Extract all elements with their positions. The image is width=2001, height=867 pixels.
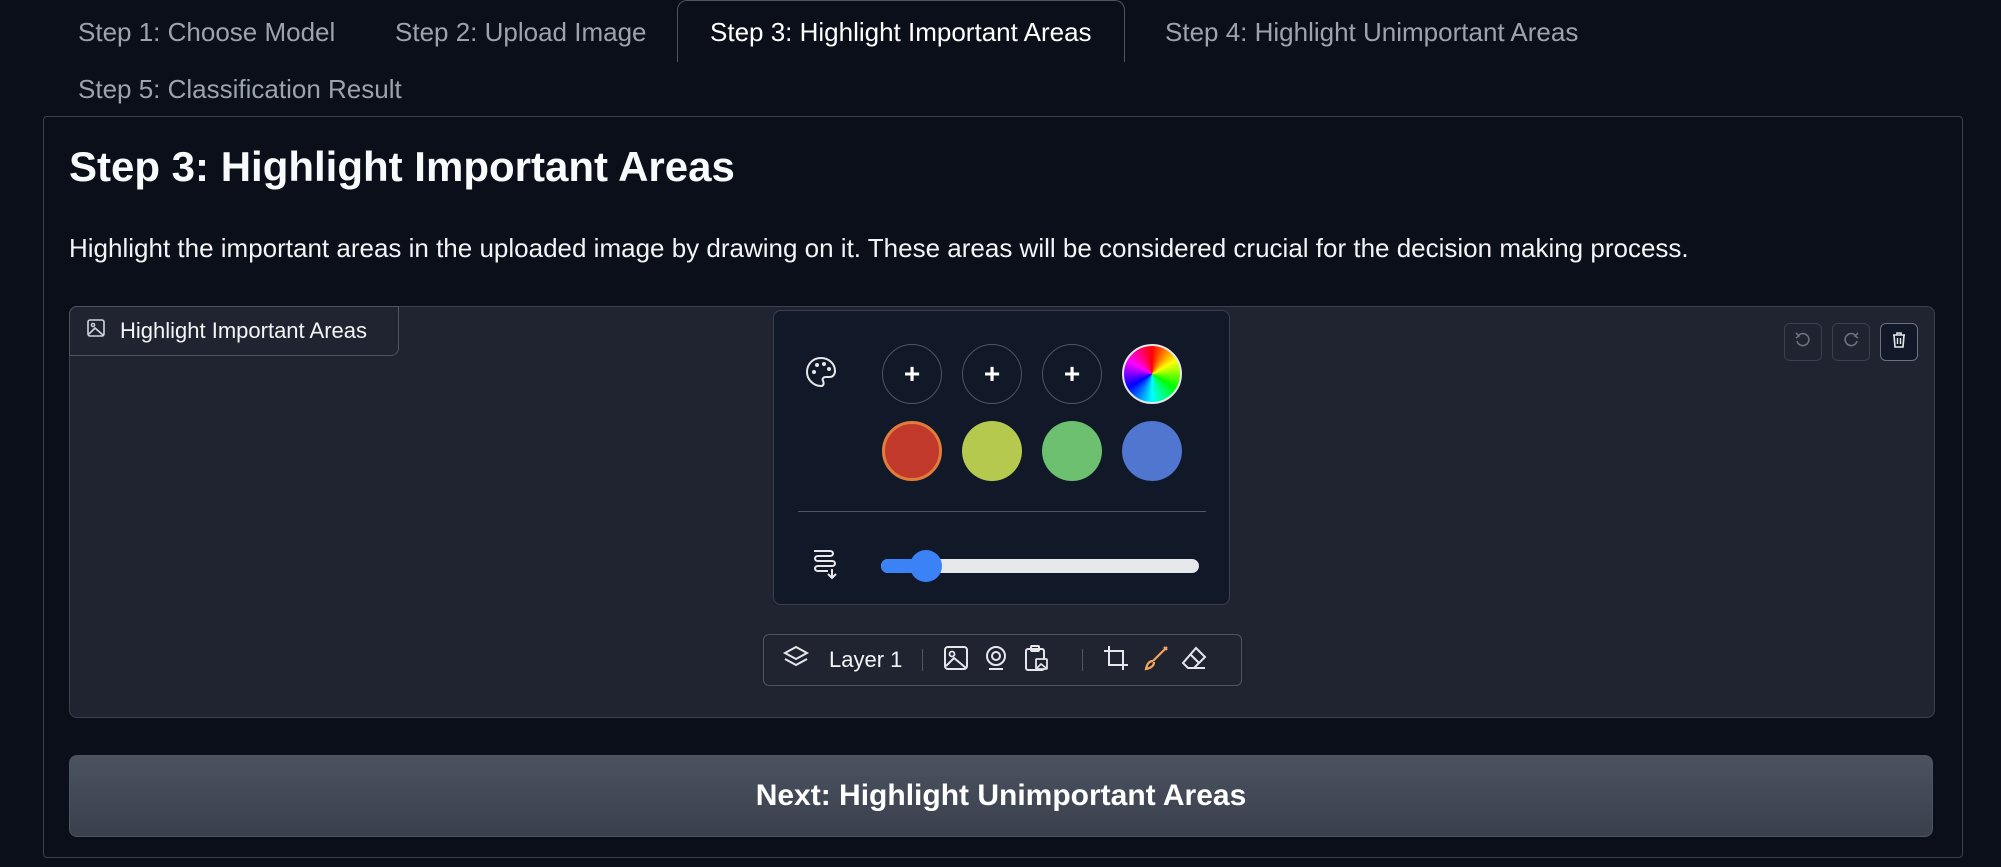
color-swatch-green[interactable] <box>1042 421 1102 481</box>
tab-step-2[interactable]: Step 2: Upload Image <box>395 16 647 48</box>
webcam-icon <box>982 644 1010 677</box>
slider-handle[interactable] <box>909 550 942 582</box>
next-step-button[interactable]: Next: Highlight Unimportant Areas <box>69 755 1933 837</box>
layer-toolbar: Layer 1 <box>763 634 1242 686</box>
undo-button[interactable] <box>1784 323 1822 361</box>
image-icon <box>86 318 106 344</box>
webcam-button[interactable] <box>982 635 1010 685</box>
color-wheel-icon[interactable] <box>1122 344 1182 404</box>
trash-icon <box>1889 330 1909 355</box>
brush-size-icon <box>810 547 840 586</box>
brush-icon <box>1142 644 1170 677</box>
toolbar-divider <box>922 649 923 671</box>
color-swatch-red[interactable] <box>882 421 942 481</box>
eraser-icon <box>1180 644 1208 677</box>
brush-tool-button[interactable] <box>1142 635 1170 685</box>
image-editor[interactable]: Highlight Important Areas + + + Layer 1 <box>69 306 1935 718</box>
layers-button[interactable] <box>782 635 810 685</box>
layer-label[interactable]: Layer 1 <box>829 635 902 685</box>
tab-step-5[interactable]: Step 5: Classification Result <box>78 73 402 105</box>
layers-icon <box>782 644 810 677</box>
add-color-button[interactable]: + <box>1042 344 1102 404</box>
redo-button[interactable] <box>1832 323 1870 361</box>
undo-icon <box>1793 330 1813 355</box>
page-title: Step 3: Highlight Important Areas <box>69 143 735 190</box>
brush-size-slider[interactable] <box>881 550 1199 582</box>
editor-label: Highlight Important Areas <box>69 306 399 356</box>
tab-step-1[interactable]: Step 1: Choose Model <box>78 16 335 48</box>
crop-button[interactable] <box>1102 635 1130 685</box>
toolbar-divider <box>1082 649 1083 671</box>
editor-label-text: Highlight Important Areas <box>120 318 368 343</box>
page-description: Highlight the important areas in the upl… <box>69 233 1689 263</box>
color-swatch-blue[interactable] <box>1122 421 1182 481</box>
tab-bar: Step 1: Choose Model Step 2: Upload Imag… <box>0 0 2001 118</box>
color-picker-popover: + + + <box>773 310 1230 605</box>
upload-image-icon <box>942 644 970 677</box>
tab-step-3[interactable]: Step 3: Highlight Important Areas <box>677 0 1125 62</box>
palette-icon <box>804 355 838 394</box>
redo-icon <box>1841 330 1861 355</box>
add-color-button[interactable]: + <box>962 344 1022 404</box>
clear-button[interactable] <box>1880 323 1918 361</box>
add-color-button[interactable]: + <box>882 344 942 404</box>
clipboard-image-icon <box>1022 644 1050 677</box>
paste-clipboard-button[interactable] <box>1022 635 1050 685</box>
editor-history-controls <box>1784 323 1918 361</box>
upload-image-button[interactable] <box>942 635 970 685</box>
eraser-tool-button[interactable] <box>1180 635 1208 685</box>
picker-divider <box>798 511 1206 512</box>
crop-icon <box>1102 644 1130 677</box>
tab-step-4[interactable]: Step 4: Highlight Unimportant Areas <box>1165 16 1578 48</box>
step-panel: Step 3: Highlight Important Areas Highli… <box>43 116 1963 858</box>
color-swatch-yellow-green[interactable] <box>962 421 1022 481</box>
